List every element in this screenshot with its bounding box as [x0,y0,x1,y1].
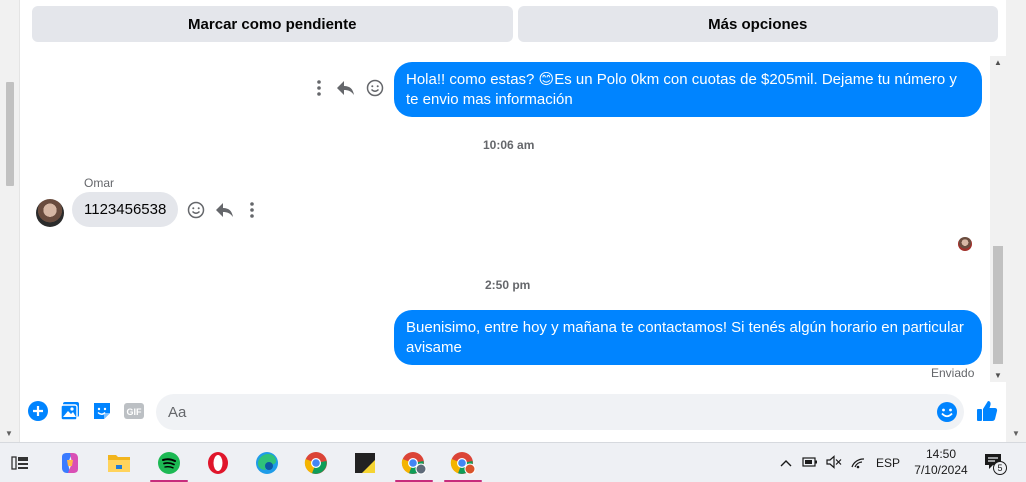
gif-icon[interactable]: GIF [124,401,144,426]
message-actions [187,201,259,219]
taskbar-clock[interactable]: 14:50 7/10/2024 [906,446,976,478]
language-indicator[interactable]: ESP [876,456,900,470]
notification-count-badge: 5 [993,461,1007,475]
image-icon[interactable] [60,401,80,426]
page-scrollbar-thumb[interactable] [6,82,14,186]
emoji-icon[interactable] [936,401,958,428]
incoming-message-bubble[interactable]: 1123456538 [72,192,179,227]
like-thumb-icon[interactable] [976,399,998,428]
wifi-icon[interactable] [850,455,866,472]
scroll-up-arrow-icon[interactable]: ▲ [994,58,1002,67]
clock-date: 7/10/2024 [914,463,968,477]
message-status: Enviado [931,366,975,380]
message-timestamp: 2:50 pm [485,278,531,292]
clock-time: 14:50 [925,447,957,461]
plus-circle-icon[interactable] [28,401,48,426]
react-smiley-icon[interactable] [187,201,205,219]
conversation-header-actions: Marcar como pendiente Más opciones [32,6,998,42]
outgoing-message-bubble[interactable]: Hola!! como estas? 😊Es un Polo 0km con c… [394,62,982,117]
more-vertical-icon[interactable] [245,201,259,219]
chrome-profile-icon[interactable] [391,443,437,482]
notification-center-button[interactable]: 5 [984,443,1007,482]
chat-scrollbar-thumb[interactable] [993,246,1003,364]
reply-icon[interactable] [336,79,356,97]
sticky-notes-icon[interactable] [342,443,388,482]
message-input-container [156,394,964,430]
mark-pending-button[interactable]: Marcar como pendiente [32,6,513,42]
message-timestamp: 10:06 am [483,138,535,152]
page-scrollbar-right[interactable]: ▼ [1006,0,1026,442]
volume-muted-icon[interactable] [826,454,842,472]
battery-icon[interactable] [802,456,818,471]
chat-scrollbar[interactable]: ▲ ▼ [990,56,1006,382]
page-scrollbar-left[interactable]: ▼ [0,0,20,442]
system-tray: ESP [780,443,900,482]
more-vertical-icon[interactable] [312,79,326,97]
message-input[interactable] [156,394,916,430]
avatar[interactable] [36,199,64,227]
message-composer: GIF [22,390,1006,434]
scroll-down-arrow-icon[interactable]: ▼ [994,371,1002,380]
more-options-button[interactable]: Más opciones [517,6,998,42]
chrome-icon[interactable] [293,443,339,482]
chevron-up-icon[interactable] [780,456,792,470]
page-root: ▼ ▼ Marcar como pendiente Más opciones ▲… [0,0,1026,482]
notification-icon: 5 [984,453,1007,475]
spotify-icon[interactable] [146,443,192,482]
chrome-profile-2-icon[interactable] [440,443,486,482]
scroll-down-arrow-icon[interactable]: ▼ [1012,429,1020,438]
copilot-icon[interactable] [47,443,93,482]
outgoing-message-bubble[interactable]: Buenisimo, entre hoy y mañana te contact… [394,310,982,365]
edge-icon[interactable] [244,443,290,482]
windows-taskbar: ESP 14:50 7/10/2024 5 [0,442,1026,482]
file-explorer-icon[interactable] [96,443,142,482]
svg-text:GIF: GIF [127,407,143,417]
reply-icon[interactable] [215,201,235,219]
scroll-down-arrow-icon[interactable]: ▼ [5,429,13,438]
message-actions [312,79,384,97]
opera-icon[interactable] [195,443,241,482]
task-view-icon[interactable] [0,443,40,482]
read-receipt-avatar [958,237,972,251]
react-smiley-icon[interactable] [366,79,384,97]
sticker-icon[interactable] [92,401,112,426]
sender-name: Omar [84,176,114,190]
